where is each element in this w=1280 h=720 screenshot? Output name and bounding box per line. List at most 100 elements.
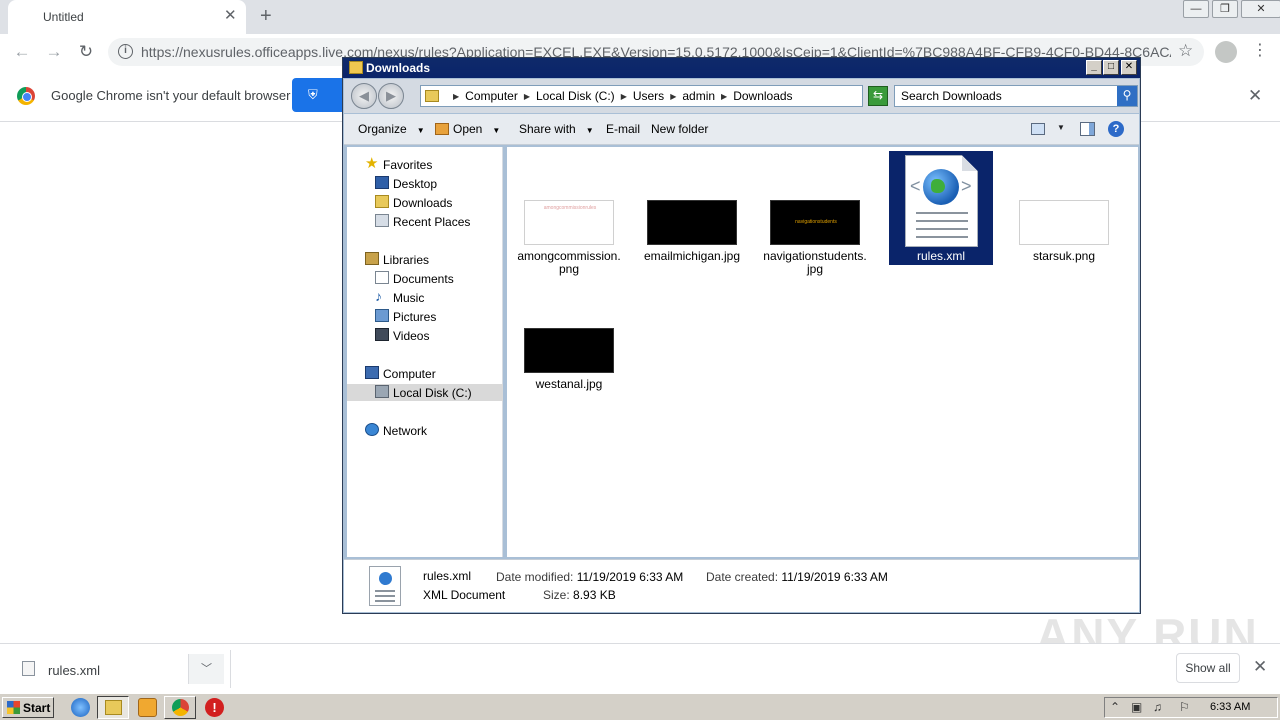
hard-disk-icon <box>375 385 389 398</box>
share-with-menu[interactable]: Share with ▼ <box>519 122 594 136</box>
videos-icon <box>375 328 389 341</box>
system-tray: ⌃ ▣ ♫ ⚐ 6:33 AM <box>1104 697 1278 718</box>
nav-documents[interactable]: Documents <box>347 270 503 287</box>
taskbar-chrome-button[interactable] <box>164 696 196 719</box>
breadcrumb-downloads[interactable]: Downloads <box>733 89 792 103</box>
nav-label: Favorites <box>383 158 433 172</box>
download-shelf-close-icon[interactable]: ✕ <box>1253 657 1267 677</box>
email-button[interactable]: E-mail <box>606 122 640 136</box>
file-item[interactable]: starsuk.png <box>1012 157 1116 277</box>
breadcrumb-local-disk[interactable]: Local Disk (C:) <box>536 89 615 103</box>
download-shelf: rules.xml ﹀ Show all ✕ <box>0 643 1280 693</box>
forward-arrow-icon[interactable]: → <box>44 42 64 62</box>
xml-file-icon <box>369 566 401 606</box>
explorer-close-button[interactable]: ✕ <box>1121 60 1137 75</box>
chevron-down-icon[interactable]: ▼ <box>1057 123 1065 132</box>
network-icon <box>365 423 379 436</box>
chevron-right-icon[interactable]: ▶ <box>524 92 530 101</box>
minimize-button[interactable]: — <box>1183 0 1209 18</box>
text-line-icon <box>916 236 968 238</box>
nav-videos[interactable]: Videos <box>347 327 503 344</box>
explorer-minimize-button[interactable]: _ <box>1086 60 1102 75</box>
close-window-button[interactable]: ✕ <box>1241 0 1280 18</box>
file-name: emailmichigan.jpg <box>643 249 741 263</box>
restore-button[interactable]: ❐ <box>1212 0 1238 18</box>
nav-recent-places[interactable]: Recent Places <box>347 213 503 230</box>
internet-explorer-icon[interactable] <box>71 698 90 717</box>
nav-pictures[interactable]: Pictures <box>347 308 503 325</box>
new-tab-button[interactable]: + <box>260 5 272 27</box>
infobar-close-icon[interactable]: ✕ <box>1248 86 1262 106</box>
xml-file-icon: < > <box>905 155 978 247</box>
explorer-back-icon[interactable]: ◀ <box>351 83 377 109</box>
explorer-forward-icon[interactable]: ▶ <box>378 83 404 109</box>
size-value: 8.93 KB <box>573 588 616 602</box>
nav-computer[interactable]: Computer <box>347 365 503 382</box>
breadcrumb-admin[interactable]: admin <box>682 89 715 103</box>
nav-downloads[interactable]: Downloads <box>347 194 503 211</box>
taskbar-explorer-button[interactable] <box>97 696 129 719</box>
tray-expand-icon[interactable]: ⌃ <box>1110 700 1120 714</box>
explorer-maximize-button[interactable]: □ <box>1103 60 1119 75</box>
file-item[interactable]: westanal.jpg <box>517 285 621 395</box>
nav-music[interactable]: ♪ Music <box>347 289 503 306</box>
chrome-menu-icon[interactable]: ⋮ <box>1252 41 1268 61</box>
media-player-icon[interactable] <box>138 698 157 717</box>
network-tray-icon[interactable]: ▣ <box>1131 700 1142 714</box>
organize-menu[interactable]: Organize ▼ <box>358 122 425 136</box>
breadcrumb-computer[interactable]: Computer <box>465 89 518 103</box>
bookmark-star-icon[interactable]: ☆ <box>1178 41 1193 61</box>
nav-label: Documents <box>393 272 454 286</box>
chevron-right-icon[interactable]: ▶ <box>621 92 627 101</box>
open-menu[interactable]: Open ▼ <box>435 122 500 136</box>
file-item[interactable]: emailmichigan.jpg <box>640 157 744 277</box>
tab-untitled[interactable]: Untitled ✕ <box>8 0 246 34</box>
chevron-down-icon[interactable]: ﹀ <box>188 654 224 684</box>
back-arrow-icon[interactable]: ← <box>12 42 32 62</box>
start-button[interactable]: Start <box>2 697 54 718</box>
info-icon[interactable]: i <box>118 44 133 59</box>
profile-avatar-icon[interactable] <box>1215 41 1237 63</box>
file-name: navigationstudents.jpg <box>763 249 867 276</box>
nav-favorites[interactable]: ★ Favorites <box>347 156 503 173</box>
refresh-icon[interactable]: ⇆ <box>868 86 888 106</box>
file-list-pane: amongcommissionrules amongcommission.png… <box>507 147 1138 557</box>
show-all-button[interactable]: Show all <box>1176 653 1240 683</box>
download-file-name[interactable]: rules.xml <box>48 663 100 678</box>
stop-icon[interactable]: ! <box>205 698 224 717</box>
file-name: amongcommission.png <box>517 249 621 276</box>
change-view-icon[interactable] <box>1031 123 1045 135</box>
explorer-search-box: ⚲ <box>894 85 1138 107</box>
action-center-flag-icon[interactable]: ⚐ <box>1179 700 1190 714</box>
globe-icon <box>923 169 959 205</box>
chevron-right-icon[interactable]: ▶ <box>670 92 676 101</box>
windows-taskbar: Start ! ⌃ ▣ ♫ ⚐ 6:33 AM <box>0 693 1280 720</box>
reload-icon[interactable]: ↻ <box>76 42 96 62</box>
breadcrumb-users[interactable]: Users <box>633 89 664 103</box>
clock[interactable]: 6:33 AM <box>1210 701 1250 713</box>
nav-network[interactable]: Network <box>347 422 503 439</box>
file-item[interactable]: amongcommissionrules amongcommission.png <box>517 157 621 277</box>
chevron-down-icon: ▼ <box>585 126 594 135</box>
explorer-address-box[interactable]: ▶ Computer ▶ Local Disk (C:) ▶ Users ▶ a… <box>420 85 930 107</box>
explorer-titlebar[interactable]: Downloads _ □ ✕ <box>343 58 1140 78</box>
chevron-right-icon[interactable]: ▶ <box>721 92 727 101</box>
nav-local-disk[interactable]: Local Disk (C:) <box>347 384 503 401</box>
search-icon[interactable]: ⚲ <box>1117 86 1137 106</box>
file-item[interactable]: navigationstudents navigationstudents.jp… <box>763 157 867 277</box>
windows-logo-icon <box>7 701 20 714</box>
chevron-right-icon[interactable]: ▶ <box>453 92 459 101</box>
infobar-message: Google Chrome isn't your default browser <box>51 88 291 103</box>
details-modified: Date modified: 11/19/2019 6:33 AM <box>496 570 683 584</box>
volume-icon[interactable]: ♫ <box>1153 700 1162 714</box>
help-icon[interactable]: ? <box>1108 121 1124 137</box>
image-thumbnail <box>647 200 737 245</box>
tab-close-icon[interactable]: ✕ <box>224 8 237 24</box>
new-folder-button[interactable]: New folder <box>651 122 708 136</box>
nav-desktop[interactable]: Desktop <box>347 175 503 192</box>
preview-pane-icon[interactable] <box>1080 122 1095 136</box>
size-label: Size: <box>543 588 570 602</box>
nav-libraries[interactable]: Libraries <box>347 251 503 268</box>
file-item-selected[interactable]: < > rules.xml <box>889 151 993 265</box>
search-input[interactable] <box>895 86 1115 106</box>
